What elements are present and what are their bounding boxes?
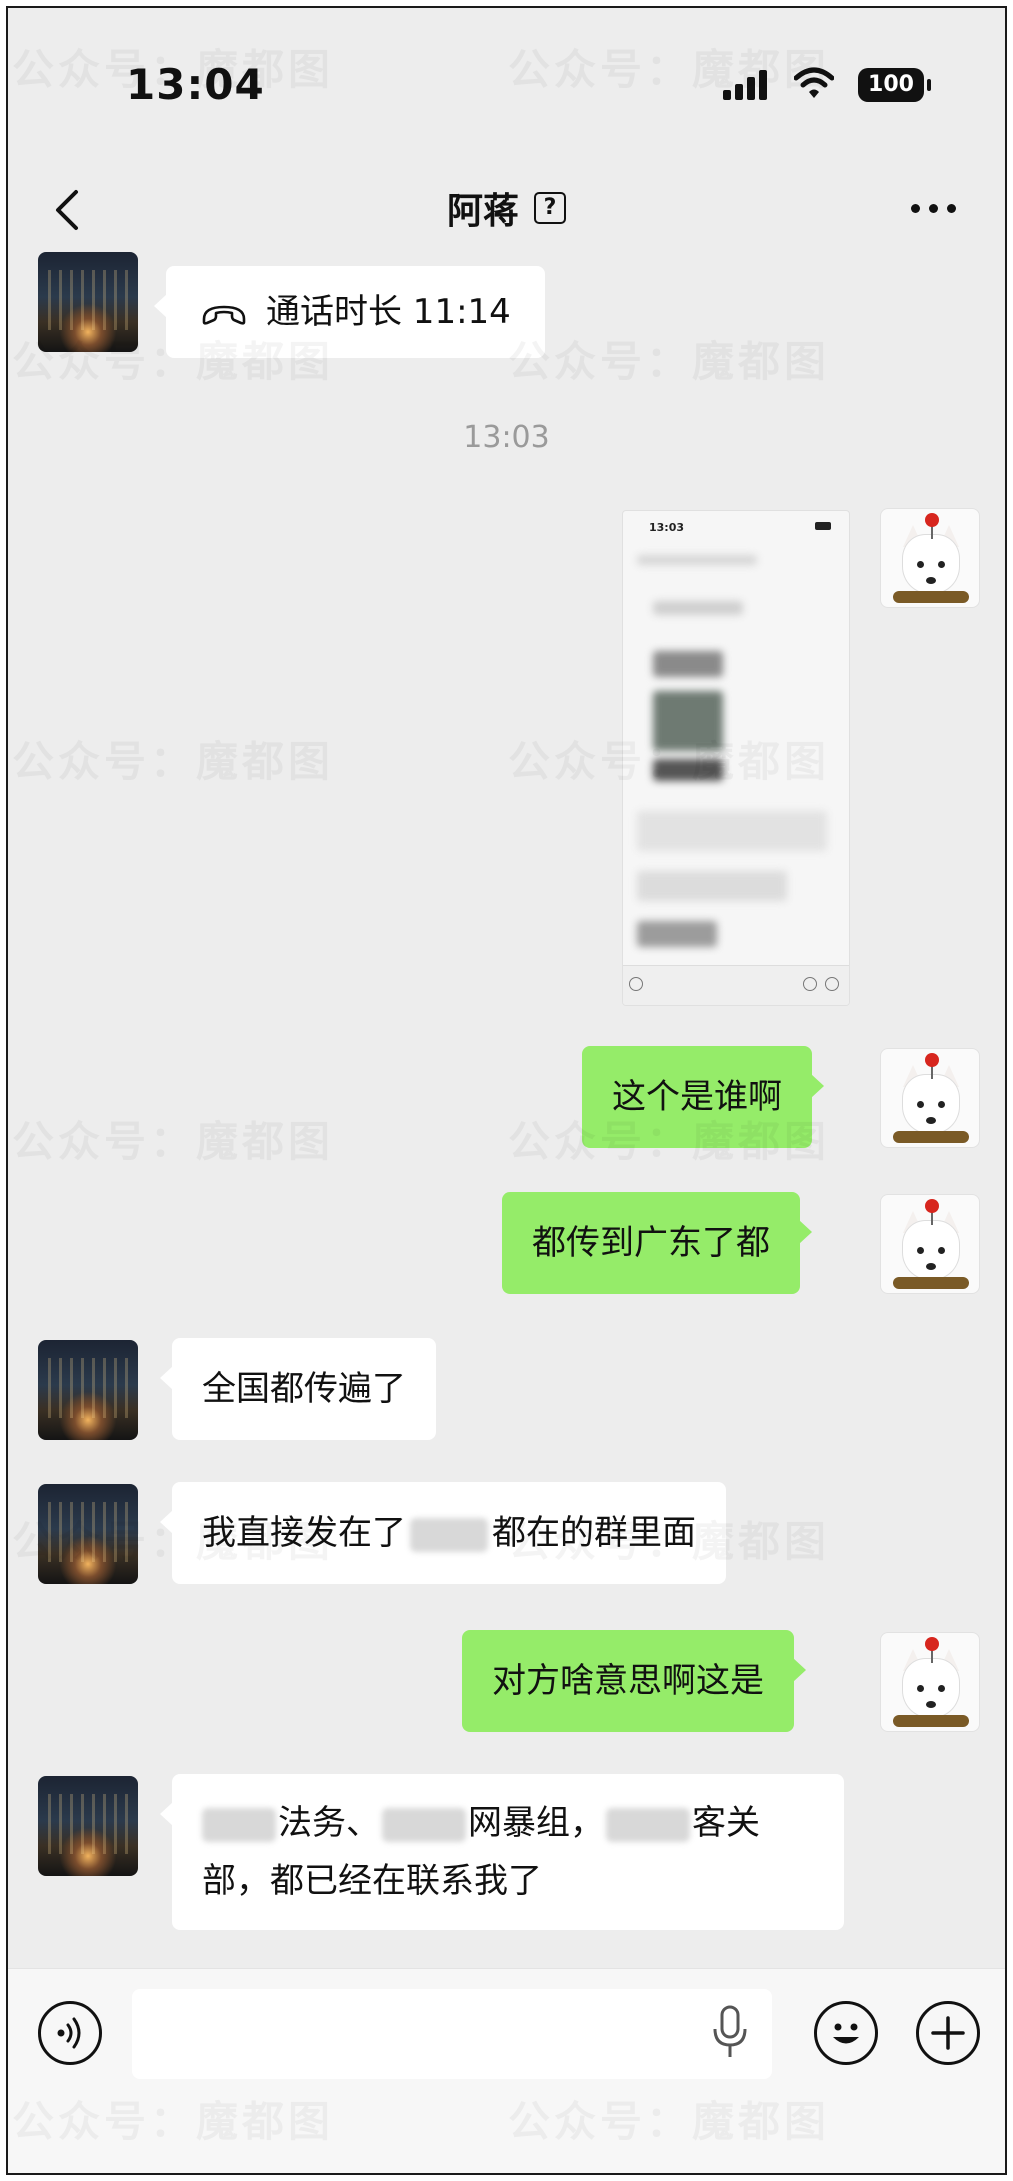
sent-message-bubble[interactable]: 都传到广东了都: [502, 1192, 812, 1294]
thumb-input-bar: [623, 965, 849, 1005]
smiley-icon[interactable]: [814, 2001, 878, 2065]
call-duration-text: 通话时长 11:14: [266, 292, 511, 332]
my-avatar[interactable]: [880, 1632, 980, 1732]
nav-bar: 阿蒋 ?: [8, 158, 1005, 258]
message-text: 部，都已经在联系我了: [202, 1861, 542, 1901]
thumb-blur-block: [653, 759, 723, 781]
plus-icon[interactable]: [916, 2001, 980, 2065]
contact-avatar[interactable]: [38, 1484, 138, 1584]
contact-avatar[interactable]: [38, 1340, 138, 1440]
chat-title[interactable]: 阿蒋: [447, 191, 519, 232]
voice-mode-icon[interactable]: [38, 2001, 102, 2065]
thumb-blur-block: [653, 651, 723, 677]
watermark-text: 公众号：魔都图: [12, 728, 334, 789]
contact-avatar[interactable]: [38, 1776, 138, 1876]
message-text: 我直接发在了: [202, 1513, 406, 1553]
redacted-text: [382, 1807, 466, 1842]
thumb-blur-block: [637, 871, 787, 901]
thumb-blur-block: [637, 921, 717, 947]
message-text: 网暴组，: [468, 1803, 604, 1843]
thumb-plus-icon: [825, 977, 839, 991]
thumb-blur-block: [653, 601, 743, 615]
message-text: 客关: [692, 1803, 760, 1843]
thumb-time: 13:03: [649, 521, 685, 534]
status-time: 13:04: [126, 60, 265, 109]
my-avatar[interactable]: [880, 508, 980, 608]
chat-screen: 13:04 100 阿蒋 ? 通话时长 11:14 13:03 13:03 这个…: [6, 6, 1007, 2175]
thumb-battery-icon: [815, 522, 831, 530]
question-badge-icon[interactable]: ?: [534, 192, 567, 224]
message-text: 法务、: [278, 1803, 380, 1843]
message-timestamp: 13:03: [463, 420, 550, 455]
sent-message-bubble[interactable]: 这个是谁啊: [582, 1046, 824, 1148]
phone-hangup-icon: [202, 305, 246, 325]
thumb-blur-block: [653, 691, 723, 751]
sent-screenshot-image[interactable]: 13:03: [622, 510, 850, 1006]
chat-title-wrap: 阿蒋 ?: [8, 182, 1005, 234]
message-text: 都在的群里面: [492, 1513, 696, 1553]
message-input-field[interactable]: [132, 1989, 772, 2079]
my-avatar[interactable]: [880, 1194, 980, 1294]
microphone-icon[interactable]: [710, 2005, 750, 2061]
thumb-blur-block: [637, 811, 827, 851]
status-bar: 13:04 100: [8, 8, 1005, 158]
redacted-text: [202, 1807, 276, 1842]
thumb-emoji-icon: [803, 977, 817, 991]
watermark-text: 公众号：魔都图: [508, 328, 830, 389]
watermark-text: 公众号：魔都图: [12, 1108, 334, 1169]
contact-avatar[interactable]: [38, 252, 138, 352]
received-message-bubble[interactable]: 我直接发在了 都在的群里面: [160, 1482, 726, 1584]
thumb-voice-icon: [629, 977, 643, 991]
redacted-text: [606, 1807, 690, 1842]
call-record-bubble[interactable]: 通话时长 11:14: [154, 266, 545, 358]
my-avatar[interactable]: [880, 1048, 980, 1148]
thumb-blur-block: [637, 555, 757, 565]
redacted-text: [410, 1517, 488, 1552]
input-bar: [8, 1968, 1005, 2173]
battery-icon: 100: [858, 68, 931, 102]
received-message-bubble[interactable]: 法务、 网暴组， 客关部，都已经在联系我了: [160, 1774, 844, 1930]
sent-message-bubble[interactable]: 对方啥意思啊这是: [462, 1630, 806, 1732]
signal-icon: [723, 70, 769, 100]
wifi-icon: [794, 67, 834, 98]
received-message-bubble[interactable]: 全国都传遍了: [160, 1338, 436, 1440]
more-options-icon[interactable]: [911, 204, 957, 214]
